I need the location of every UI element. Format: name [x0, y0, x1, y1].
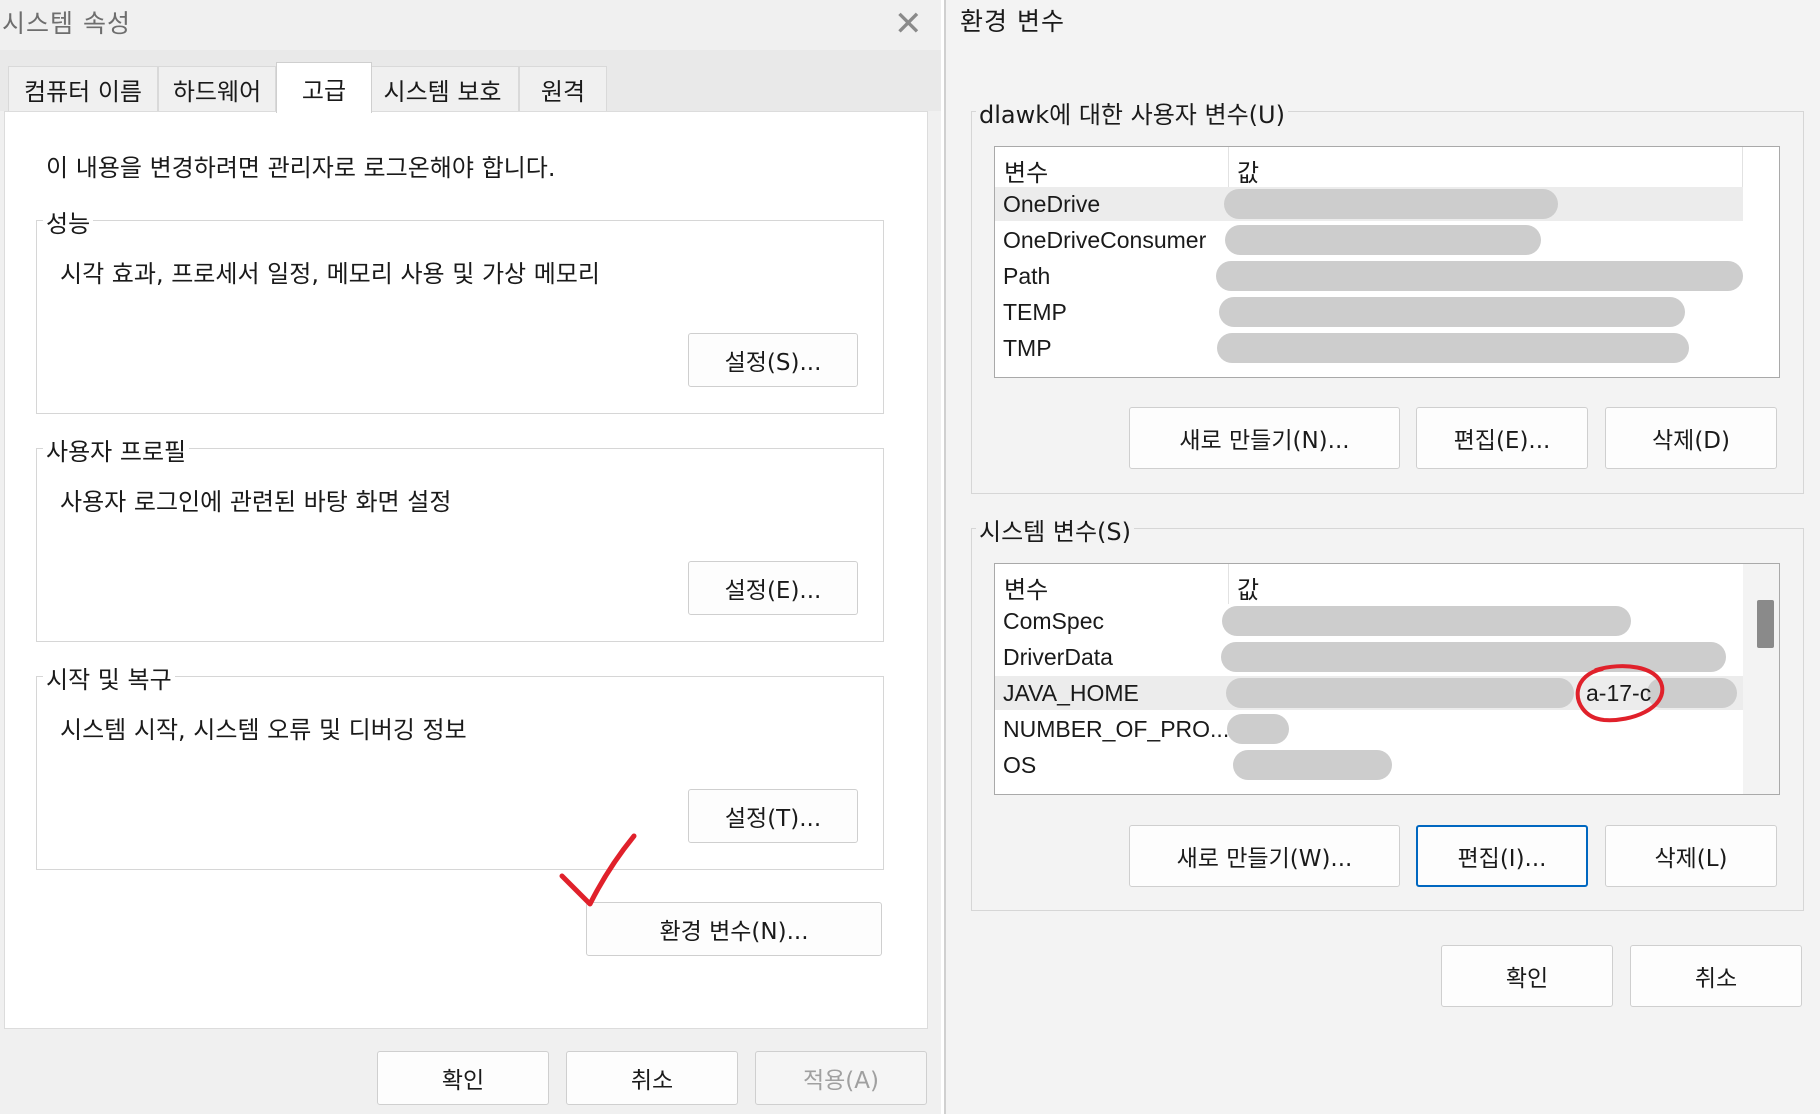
variable-name: Path: [1003, 263, 1051, 289]
system-new-button[interactable]: 새로 만들기(W)...: [1129, 825, 1400, 887]
performance-description: 시각 효과, 프로세서 일정, 메모리 사용 및 가상 메모리: [60, 260, 600, 288]
tab-computer-name[interactable]: 컴퓨터 이름: [8, 66, 158, 112]
close-icon[interactable]: ✕: [894, 4, 923, 44]
table-row[interactable]: TMP: [995, 331, 1743, 365]
variable-name: TEMP: [1003, 299, 1067, 325]
user-delete-button[interactable]: 삭제(D): [1605, 407, 1777, 469]
environment-variables-button[interactable]: 환경 변수(N)...: [586, 902, 882, 956]
variable-name: DriverData: [1003, 644, 1113, 670]
scrollbar-thumb[interactable]: [1757, 600, 1774, 648]
tab-remote[interactable]: 원격: [519, 66, 607, 112]
startup-recovery-description: 시스템 시작, 시스템 오류 및 디버깅 정보: [60, 716, 467, 744]
variable-name: OS: [1003, 752, 1037, 778]
variable-name: TMP: [1003, 335, 1052, 361]
dialog-title: 시스템 속성: [2, 9, 131, 38]
column-divider: [1742, 147, 1743, 187]
column-header-name[interactable]: 변수: [1004, 153, 1048, 188]
performance-group-title: 성능: [43, 204, 94, 239]
startup-recovery-settings-button[interactable]: 설정(T)...: [688, 789, 858, 843]
table-row[interactable]: TEMP: [995, 295, 1743, 329]
admin-notice: 이 내용을 변경하려면 관리자로 로그온해야 합니다.: [46, 154, 556, 182]
tab-system-protection[interactable]: 시스템 보호: [366, 66, 519, 112]
tab-advanced[interactable]: 고급: [276, 62, 372, 113]
dialog-title: 환경 변수: [960, 7, 1065, 36]
variable-name: ComSpec: [1003, 608, 1104, 634]
cancel-button[interactable]: 취소: [566, 1051, 738, 1105]
cancel-button[interactable]: 취소: [1630, 945, 1802, 1007]
scrollbar[interactable]: [1743, 564, 1779, 794]
table-row[interactable]: OneDriveConsumer: [995, 223, 1743, 257]
redacted-value: [1225, 225, 1541, 255]
redacted-value: [1224, 189, 1558, 219]
redacted-value: [1217, 333, 1689, 363]
performance-settings-button[interactable]: 설정(S)...: [688, 333, 858, 387]
column-header-name[interactable]: 변수: [1004, 570, 1048, 605]
highlight-circle-icon: [1575, 664, 1665, 723]
system-variables-title: 시스템 변수(S): [976, 512, 1134, 547]
column-divider: [1228, 147, 1229, 187]
table-row[interactable]: OS: [995, 748, 1743, 782]
redacted-value: [1226, 678, 1574, 708]
column-header-value[interactable]: 값: [1237, 570, 1259, 605]
redacted-value: [1222, 606, 1631, 636]
tab-hardware[interactable]: 하드웨어: [158, 66, 276, 112]
redacted-value: [1219, 297, 1685, 327]
variable-name: OneDrive: [1003, 191, 1101, 217]
user-profile-settings-button[interactable]: 설정(E)...: [688, 561, 858, 615]
redacted-value: [1216, 261, 1743, 291]
user-profile-description: 사용자 로그인에 관련된 바탕 화면 설정: [60, 488, 452, 516]
checkmark-icon: [559, 833, 637, 907]
user-profile-group-title: 사용자 프로필: [43, 432, 190, 467]
redacted-value: [1233, 750, 1392, 780]
startup-recovery-group-title: 시작 및 복구: [43, 660, 175, 695]
user-edit-button[interactable]: 편집(E)...: [1416, 407, 1588, 469]
apply-button[interactable]: 적용(A): [755, 1051, 927, 1105]
user-variables-title: dlawk에 대한 사용자 변수(U): [976, 95, 1288, 130]
user-variables-table[interactable]: 변수 값 OneDrive OneDriveConsumer Path TEMP…: [994, 146, 1780, 378]
system-edit-button[interactable]: 편집(I)...: [1416, 825, 1588, 887]
variable-name: NUMBER_OF_PRO...: [1003, 716, 1230, 742]
table-row[interactable]: Path: [995, 259, 1743, 293]
column-divider: [1228, 564, 1229, 604]
table-row[interactable]: OneDrive: [995, 187, 1743, 221]
user-new-button[interactable]: 새로 만들기(N)...: [1129, 407, 1400, 469]
variable-name: OneDriveConsumer: [1003, 227, 1207, 253]
column-header-value[interactable]: 값: [1237, 153, 1259, 188]
system-delete-button[interactable]: 삭제(L): [1605, 825, 1777, 887]
redacted-value: [1227, 714, 1289, 744]
variable-name: JAVA_HOME: [1003, 680, 1139, 706]
ok-button[interactable]: 확인: [377, 1051, 549, 1105]
table-row[interactable]: ComSpec: [995, 604, 1743, 638]
ok-button[interactable]: 확인: [1441, 945, 1613, 1007]
